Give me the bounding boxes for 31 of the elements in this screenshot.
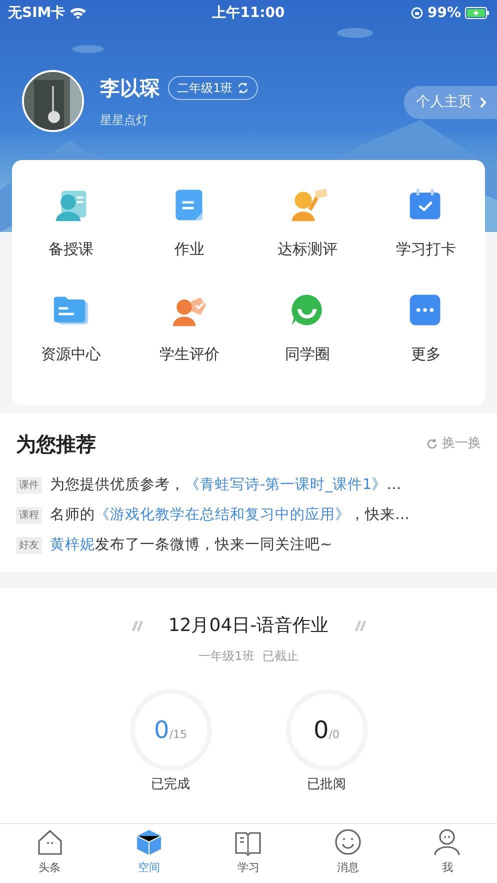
stat-total: /0 (328, 727, 340, 744)
recommendation-text[interactable]: 黄梓妮发布了一条微博，快来一同关注吧~ (50, 534, 332, 556)
refresh-icon (426, 438, 438, 450)
feature-button[interactable]: 学生评价 (159, 290, 220, 395)
deadline-status: 已截止 (262, 648, 298, 666)
tab-item[interactable]: 我 (398, 824, 497, 883)
section-title: 为您推荐 (16, 431, 96, 458)
person-icon (433, 828, 462, 856)
home-icon (36, 828, 64, 856)
tab-item[interactable]: 学习 (198, 824, 298, 883)
cube-icon (135, 828, 164, 856)
tab-item[interactable]: 消息 (298, 824, 398, 883)
slash-decoration-icon (130, 620, 144, 632)
slash-decoration-icon (352, 620, 367, 632)
smiley-chat-icon (334, 828, 362, 856)
category-tag: 课程 (16, 507, 42, 524)
recommendation-text[interactable]: 名师的《游戏化教学在总结和复习中的应用》，快来… (50, 504, 410, 526)
category-tag: 好友 (16, 536, 42, 554)
stat-value: 0 (314, 715, 329, 746)
stat-total: /15 (169, 727, 187, 744)
stat-value: 0 (154, 715, 170, 746)
class-name: 一年级1班 (198, 648, 254, 666)
category-tag: 课件 (16, 477, 42, 494)
stat-label: 已完成 (151, 776, 190, 794)
recommendation-text[interactable]: 为您提供优质参考，《青蛙写诗-第一课时_课件1》… (50, 475, 402, 497)
homework-title: 12月04日-语音作业 (168, 614, 329, 638)
tab-item[interactable]: 头条 (0, 824, 100, 883)
feature-button[interactable]: 同学圈 (285, 290, 330, 395)
feature-button[interactable]: 更多 (406, 290, 445, 395)
stat-label: 已批阅 (307, 776, 346, 794)
feature-button[interactable]: 资源中心 (41, 290, 102, 395)
